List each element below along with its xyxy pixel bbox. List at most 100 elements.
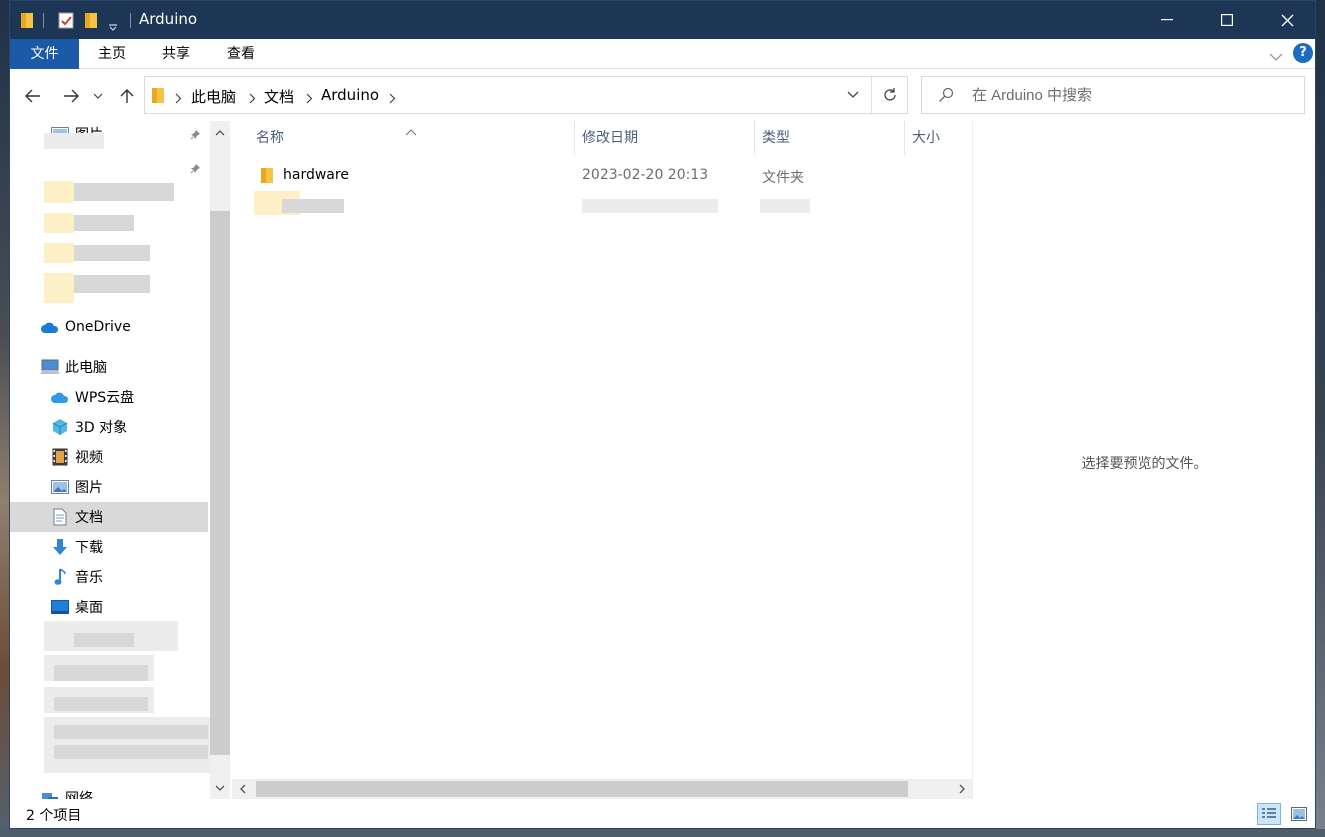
redacted-item — [54, 745, 208, 759]
file-name: hardware — [283, 167, 349, 183]
title-bar: Arduino — [10, 1, 1315, 39]
column-header-modified[interactable]: 修改日期 — [572, 121, 752, 155]
file-type: 文件夹 — [762, 170, 804, 186]
divider — [130, 13, 131, 28]
nav-item-3d-objects[interactable]: 3D 对象 — [10, 412, 208, 442]
status-bar: 2 个项目 — [10, 799, 1315, 828]
chevron-right-icon[interactable] — [175, 89, 182, 108]
scroll-right-button[interactable] — [952, 779, 972, 799]
forward-arrow-icon — [64, 89, 79, 103]
redacted-item — [760, 199, 810, 213]
window-title: Arduino — [139, 10, 198, 28]
folder-icon[interactable] — [20, 12, 34, 33]
details-view-icon — [1262, 808, 1276, 818]
redacted-item — [54, 665, 148, 681]
ribbon-tabs: 文件 主页 共享 查看 ? — [10, 39, 1315, 69]
chevron-right-icon[interactable] — [389, 89, 396, 108]
close-icon — [1281, 14, 1293, 26]
scroll-thumb[interactable] — [256, 781, 908, 797]
properties-icon[interactable] — [58, 12, 74, 33]
redacted-item — [44, 243, 74, 263]
file-row[interactable]: hardware 2023-02-20 20:13 文件夹 — [232, 164, 972, 188]
minimize-button[interactable] — [1137, 1, 1197, 39]
refresh-button[interactable] — [871, 77, 908, 113]
nav-item-label: OneDrive — [65, 319, 131, 335]
breadcrumb-this-pc[interactable]: 此电脑 — [191, 86, 236, 107]
redacted-item — [74, 633, 134, 647]
chevron-right-icon[interactable] — [249, 89, 256, 108]
redacted-item — [74, 275, 150, 293]
nav-item-label: 桌面 — [75, 600, 103, 616]
preview-pane: 选择要预览的文件。 — [972, 121, 1315, 799]
tab-share[interactable]: 共享 — [151, 39, 201, 69]
back-button[interactable] — [20, 83, 46, 109]
nav-item-desktop[interactable]: 桌面 — [10, 592, 208, 622]
nav-item-videos[interactable]: 视频 — [10, 442, 208, 472]
back-arrow-icon — [25, 89, 40, 103]
address-history-dropdown[interactable] — [835, 77, 871, 113]
nav-item-network[interactable]: 网络 — [10, 783, 208, 799]
nav-item-onedrive[interactable]: OneDrive — [10, 312, 208, 342]
nav-item-wps-cloud[interactable]: WPS云盘 — [10, 382, 208, 412]
redacted-item — [74, 245, 150, 261]
minimize-icon — [1161, 19, 1173, 21]
chevron-right-icon — [959, 784, 965, 794]
address-bar[interactable]: 此电脑 文档 Arduino — [144, 76, 908, 114]
tab-file[interactable]: 文件 — [10, 39, 79, 69]
nav-item-downloads[interactable]: 下载 — [10, 532, 208, 562]
large-icons-view-button[interactable] — [1287, 803, 1311, 825]
nav-item-music[interactable]: 音乐 — [10, 562, 208, 592]
cloud-icon — [40, 317, 60, 337]
details-view-button[interactable] — [1257, 803, 1281, 825]
pin-icon[interactable] — [190, 159, 201, 178]
maximize-button[interactable] — [1197, 1, 1257, 39]
scroll-left-button[interactable] — [232, 779, 252, 799]
redacted-item — [582, 199, 718, 213]
nav-item-label: 此电脑 — [65, 360, 107, 376]
nav-item-documents[interactable]: 文档 — [10, 502, 208, 532]
pin-icon[interactable] — [190, 128, 201, 144]
chevron-left-icon — [239, 784, 245, 794]
item-count: 2 个项目 — [26, 808, 82, 824]
nav-item-quick-pictures[interactable]: 图片 — [10, 121, 208, 147]
column-header-type[interactable]: 类型 — [752, 121, 902, 155]
tab-view[interactable]: 查看 — [216, 39, 266, 69]
nav-item-this-pc[interactable]: 此电脑 — [10, 352, 208, 382]
new-folder-icon[interactable] — [84, 12, 98, 33]
file-row-redacted[interactable] — [232, 191, 972, 215]
redacted-item — [44, 213, 74, 233]
search-box[interactable] — [921, 76, 1305, 114]
tab-home[interactable]: 主页 — [85, 39, 139, 69]
nav-item-label: 文档 — [75, 510, 103, 526]
scroll-down-button[interactable] — [210, 777, 230, 799]
divider — [43, 13, 44, 28]
customize-dropdown-icon[interactable] — [108, 16, 118, 35]
horizontal-scrollbar[interactable] — [232, 779, 972, 799]
network-icon — [40, 788, 60, 799]
explorer-window: Arduino 文件 主页 共享 查看 ? 此电脑 文档 Arduino 在 A… — [9, 0, 1316, 829]
recent-locations-button[interactable] — [90, 83, 106, 109]
scroll-thumb[interactable] — [210, 211, 230, 755]
desktop-icon — [50, 597, 70, 617]
forward-button[interactable] — [58, 83, 84, 109]
navigation-bar: 此电脑 文档 Arduino — [10, 69, 1315, 121]
close-button[interactable] — [1257, 1, 1315, 39]
nav-item-pictures[interactable]: 图片 — [10, 472, 208, 502]
search-icon — [938, 87, 954, 107]
up-button[interactable] — [114, 83, 140, 109]
help-button[interactable]: ? — [1293, 43, 1313, 63]
nav-item-label: 下载 — [75, 540, 103, 556]
chevron-right-icon[interactable] — [306, 89, 313, 108]
chevron-down-icon — [215, 785, 225, 791]
column-header-size[interactable]: 大小 — [902, 121, 972, 155]
breadcrumb-documents[interactable]: 文档 — [264, 86, 294, 107]
redacted-item — [44, 133, 104, 149]
search-input[interactable] — [972, 85, 1292, 105]
redacted-item — [54, 697, 148, 711]
file-modified: 2023-02-20 20:13 — [582, 167, 709, 183]
redacted-item — [54, 725, 208, 739]
breadcrumb-arduino[interactable]: Arduino — [321, 86, 379, 104]
scroll-up-button[interactable] — [210, 121, 230, 143]
navigation-scrollbar[interactable] — [210, 121, 230, 799]
expand-ribbon-chevron-icon[interactable] — [1269, 47, 1283, 66]
